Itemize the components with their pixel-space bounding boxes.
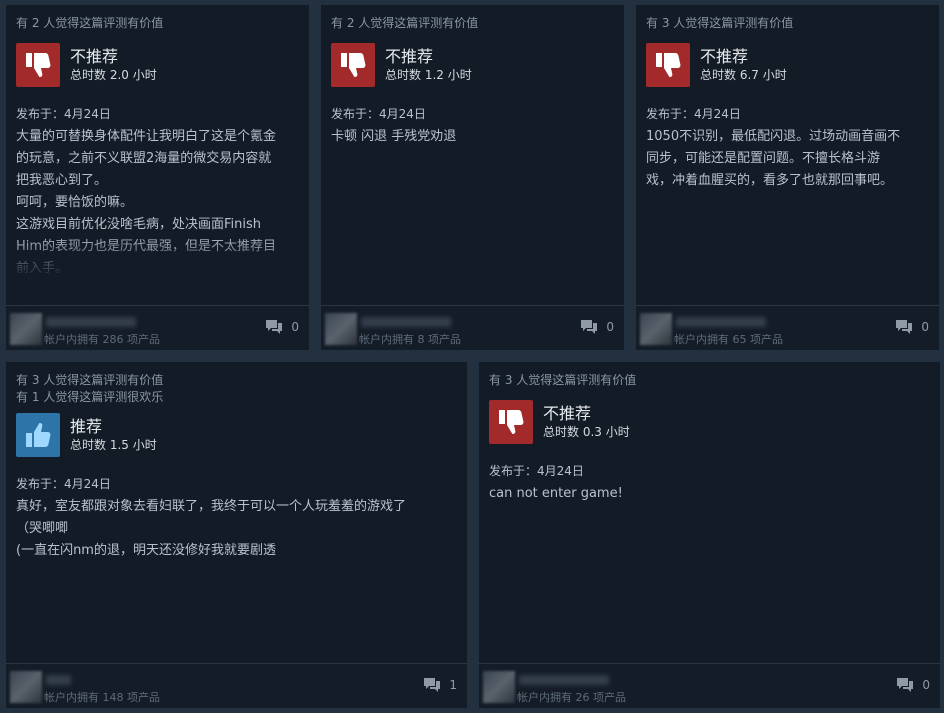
posted-date: 发布于：4月24日 (489, 464, 584, 478)
review-body: 有 3 人觉得这篇评测有价值 有 1 人觉得这篇评测很欢乐 推荐 总时数 1.5… (6, 362, 467, 664)
helpful-count: 有 3 人觉得这篇评测有价值 (16, 373, 164, 387)
verdict-label: 不推荐 (700, 47, 749, 66)
review-author[interactable]: 帐户内拥有 65 项产品 0 (636, 305, 939, 350)
avatar[interactable] (640, 313, 672, 345)
owned-products: 帐户内拥有 8 项产品 (359, 333, 461, 346)
review-text[interactable]: 真好，室友都跟对象去看妇联了，我终于可以一个人玩羞羞的游戏了 （哭唧唧 (一直在… (16, 496, 467, 562)
review-author[interactable]: 帐户内拥有 148 项产品 1 (6, 663, 467, 708)
helpful-count: 有 2 人觉得这篇评测有价值 (331, 16, 479, 30)
review-verdict[interactable]: 不推荐 总时数 1.2 小时 (331, 43, 624, 87)
comment-count[interactable]: 0 (896, 677, 930, 693)
review-body: 有 2 人觉得这篇评测有价值 不推荐 总时数 2.0 小时 发布于：4月24日 … (6, 5, 309, 306)
comment-icon (897, 678, 914, 692)
verdict-label: 不推荐 (385, 47, 434, 66)
helpful-count: 有 2 人觉得这篇评测有价值 (16, 16, 164, 30)
avatar[interactable] (325, 313, 357, 345)
review-card: 有 2 人觉得这篇评测有价值 不推荐 总时数 2.0 小时 发布于：4月24日 … (6, 5, 309, 350)
thumbs-down-icon (489, 400, 533, 444)
comment-icon (424, 678, 441, 692)
review-body: 有 2 人觉得这篇评测有价值 不推荐 总时数 1.2 小时 发布于：4月24日 … (321, 5, 624, 306)
comment-count[interactable]: 0 (580, 319, 614, 335)
review-verdict[interactable]: 不推荐 总时数 6.7 小时 (646, 43, 939, 87)
owned-products: 帐户内拥有 26 项产品 (517, 691, 626, 704)
comment-icon (266, 320, 283, 334)
review-text[interactable]: 卡顿 闪退 手残党劝退 (331, 126, 624, 148)
funny-count: 有 1 人觉得这篇评测很欢乐 (16, 390, 164, 404)
username-blurred[interactable] (361, 317, 451, 327)
thumbs-down-icon (646, 43, 690, 87)
owned-products: 帐户内拥有 65 项产品 (674, 333, 783, 346)
playtime: 总时数 2.0 小时 (70, 68, 157, 82)
avatar[interactable] (10, 313, 42, 345)
comment-number: 1 (449, 678, 457, 692)
comment-number: 0 (291, 320, 299, 334)
helpful-count: 有 3 人觉得这篇评测有价值 (646, 16, 794, 30)
verdict-label: 推荐 (70, 417, 103, 436)
thumbs-up-icon (16, 413, 60, 457)
review-verdict[interactable]: 不推荐 总时数 2.0 小时 (16, 43, 309, 87)
owned-products: 帐户内拥有 148 项产品 (44, 691, 160, 704)
avatar[interactable] (483, 671, 515, 703)
username-blurred[interactable] (46, 317, 136, 327)
comment-count[interactable]: 0 (265, 319, 299, 335)
comment-count[interactable]: 0 (895, 319, 929, 335)
thumbs-down-icon (16, 43, 60, 87)
comment-number: 0 (922, 678, 930, 692)
verdict-label: 不推荐 (543, 404, 592, 423)
comment-number: 0 (921, 320, 929, 334)
owned-products: 帐户内拥有 286 项产品 (44, 333, 160, 346)
verdict-label: 不推荐 (70, 47, 119, 66)
username-blurred[interactable] (519, 675, 609, 685)
review-card: 有 2 人觉得这篇评测有价值 不推荐 总时数 1.2 小时 发布于：4月24日 … (321, 5, 624, 350)
review-verdict[interactable]: 不推荐 总时数 0.3 小时 (489, 400, 940, 444)
posted-date: 发布于：4月24日 (646, 107, 741, 121)
playtime: 总时数 1.2 小时 (385, 68, 472, 82)
review-text[interactable]: can not enter game! (489, 483, 940, 505)
avatar[interactable] (10, 671, 42, 703)
helpful-count: 有 3 人觉得这篇评测有价值 (489, 373, 637, 387)
review-body: 有 3 人觉得这篇评测有价值 不推荐 总时数 6.7 小时 发布于：4月24日 … (636, 5, 939, 306)
comment-number: 0 (606, 320, 614, 334)
review-card: 有 3 人觉得这篇评测有价值 有 1 人觉得这篇评测很欢乐 推荐 总时数 1.5… (6, 362, 467, 708)
comment-icon (581, 320, 598, 334)
review-text[interactable]: 大量的可替换身体配件让我明白了这是个氪金 的玩意，之前不义联盟2海量的微交易内容… (16, 126, 309, 280)
review-card: 有 3 人觉得这篇评测有价值 不推荐 总时数 6.7 小时 发布于：4月24日 … (636, 5, 939, 350)
posted-date: 发布于：4月24日 (331, 107, 426, 121)
review-author[interactable]: 帐户内拥有 286 项产品 0 (6, 305, 309, 350)
playtime: 总时数 0.3 小时 (543, 425, 630, 439)
posted-date: 发布于：4月24日 (16, 107, 111, 121)
username-blurred[interactable] (46, 675, 71, 685)
review-card: 有 3 人觉得这篇评测有价值 不推荐 总时数 0.3 小时 发布于：4月24日 … (479, 362, 940, 708)
playtime: 总时数 6.7 小时 (700, 68, 787, 82)
review-author[interactable]: 帐户内拥有 8 项产品 0 (321, 305, 624, 350)
review-text[interactable]: 1050不识别，最低配闪退。过场动画音画不 同步，可能还是配置问题。不擅长格斗游… (646, 126, 939, 192)
review-verdict[interactable]: 推荐 总时数 1.5 小时 (16, 413, 467, 457)
posted-date: 发布于：4月24日 (16, 477, 111, 491)
review-body: 有 3 人觉得这篇评测有价值 不推荐 总时数 0.3 小时 发布于：4月24日 … (479, 362, 940, 664)
username-blurred[interactable] (676, 317, 766, 327)
comment-icon (896, 320, 913, 334)
thumbs-down-icon (331, 43, 375, 87)
review-author[interactable]: 帐户内拥有 26 项产品 0 (479, 663, 940, 708)
playtime: 总时数 1.5 小时 (70, 438, 157, 452)
comment-count[interactable]: 1 (423, 677, 457, 693)
